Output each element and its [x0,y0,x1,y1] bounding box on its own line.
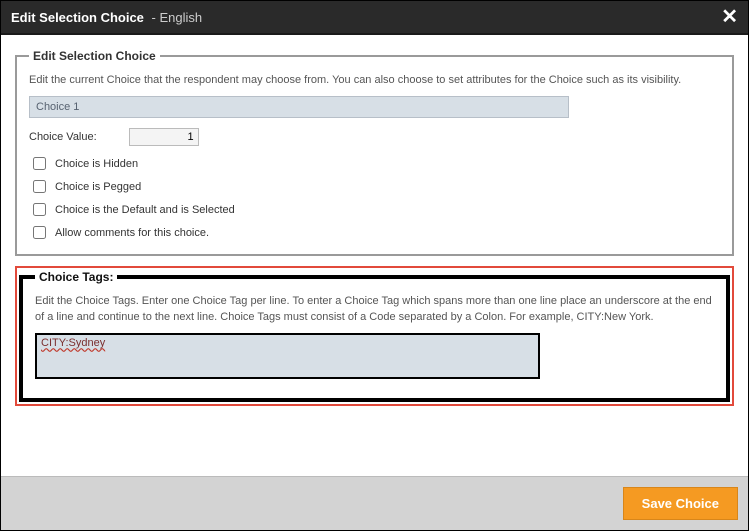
save-choice-button[interactable]: Save Choice [623,487,738,520]
cb-hidden-label: Choice is Hidden [55,158,138,170]
cb-hidden-row[interactable]: Choice is Hidden [29,154,720,173]
cb-default-label: Choice is the Default and is Selected [55,204,235,216]
choice-tags-highlight: Choice Tags: Edit the Choice Tags. Enter… [15,266,734,406]
title-main: Edit Selection Choice [11,10,144,25]
dialog-title: Edit Selection Choice - English [11,10,202,25]
choice-value-row: Choice Value: [29,128,720,146]
choice-tags-group: Choice Tags: Edit the Choice Tags. Enter… [19,270,730,402]
cb-comments-row[interactable]: Allow comments for this choice. [29,223,720,242]
title-lang: - English [148,10,202,25]
cb-comments[interactable] [33,226,46,239]
close-icon[interactable]: ✕ [721,7,738,27]
cb-hidden[interactable] [33,157,46,170]
modal-dialog: Edit Selection Choice - English ✕ Edit S… [0,0,749,531]
dialog-body: Edit Selection Choice Edit the current C… [1,35,748,476]
choice-value-label: Choice Value: [29,131,97,143]
cb-pegged[interactable] [33,180,46,193]
cb-pegged-label: Choice is Pegged [55,181,141,193]
cb-pegged-row[interactable]: Choice is Pegged [29,177,720,196]
cb-default[interactable] [33,203,46,216]
choice-tags-help: Edit the Choice Tags. Enter one Choice T… [35,294,714,325]
choice-name-input[interactable] [29,96,569,118]
titlebar: Edit Selection Choice - English ✕ [1,1,748,35]
choice-tags-legend: Choice Tags: [35,270,117,284]
choice-tags-input[interactable] [35,333,540,379]
edit-choice-legend: Edit Selection Choice [29,49,160,63]
edit-choice-help: Edit the current Choice that the respond… [29,73,720,88]
cb-default-row[interactable]: Choice is the Default and is Selected [29,200,720,219]
choice-value-input[interactable] [129,128,199,146]
checkbox-list: Choice is Hidden Choice is Pegged Choice… [29,154,720,242]
dialog-footer: Save Choice [1,476,748,530]
edit-choice-group: Edit Selection Choice Edit the current C… [15,49,734,256]
cb-comments-label: Allow comments for this choice. [55,227,209,239]
